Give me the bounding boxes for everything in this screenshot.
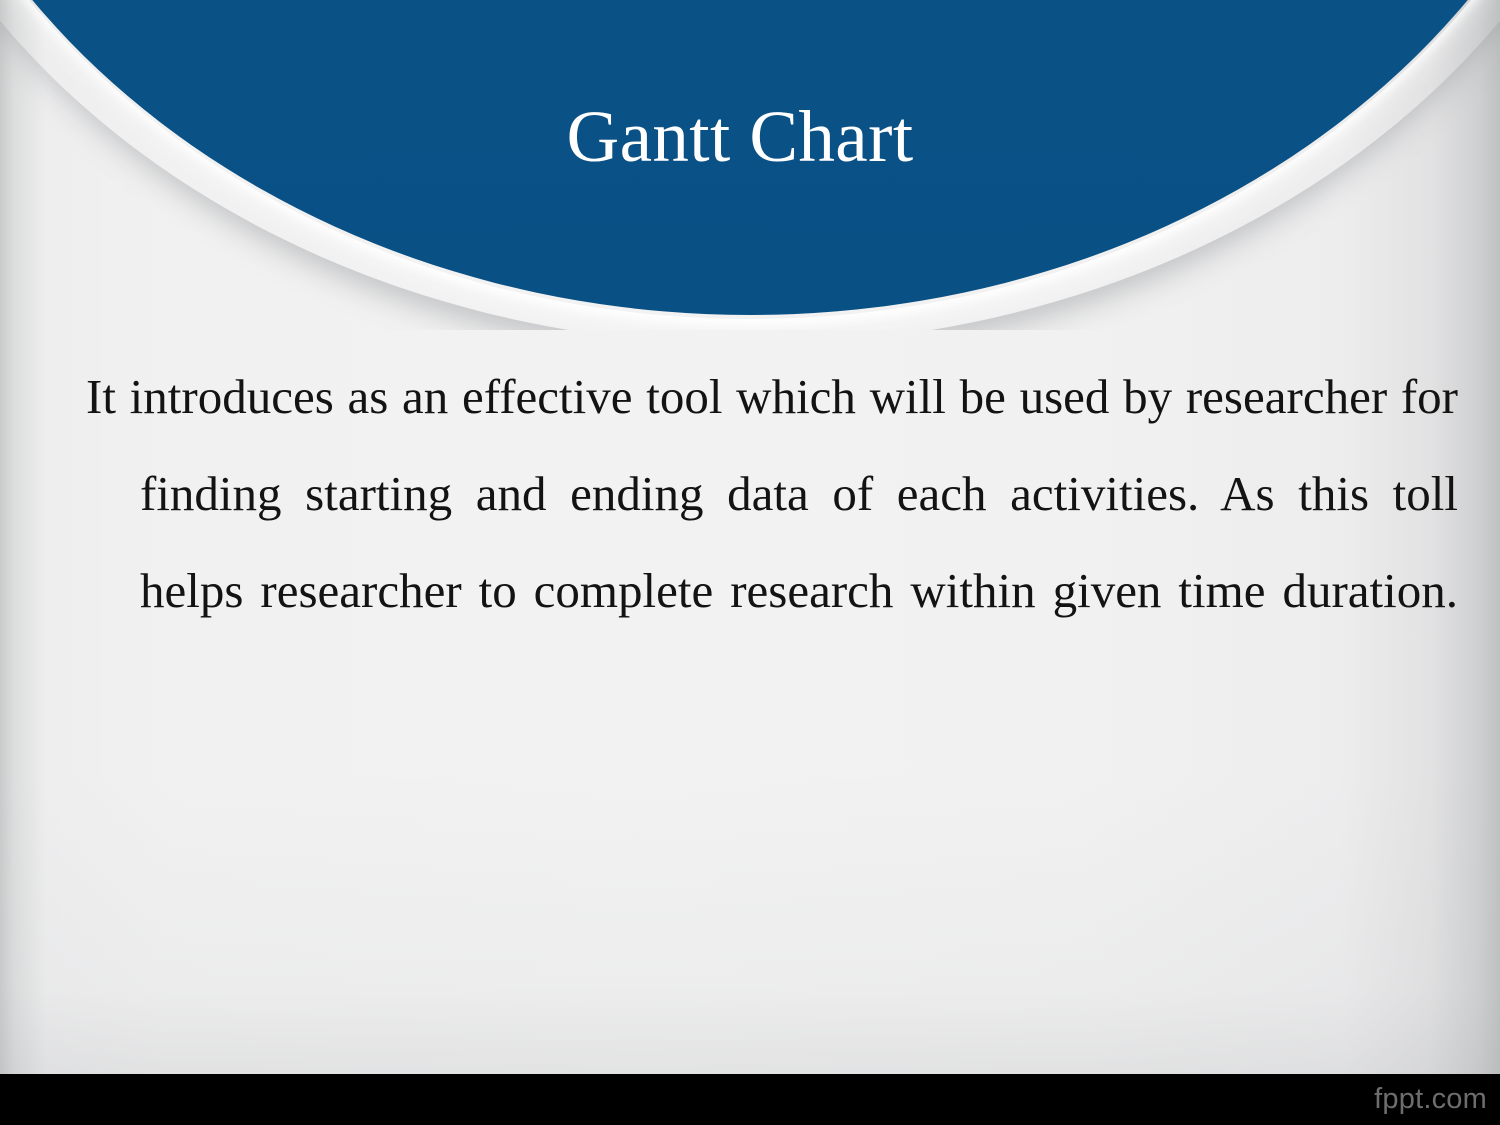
body-paragraph: It introduces as an effective tool which… [86, 369, 1458, 618]
footer-watermark: fppt.com [1374, 1083, 1487, 1115]
slide-title: Gantt Chart [566, 96, 914, 177]
footer-bar [0, 1074, 1500, 1125]
presentation-slide: Gantt Chart It introduces as an effectiv… [0, 0, 1500, 1125]
